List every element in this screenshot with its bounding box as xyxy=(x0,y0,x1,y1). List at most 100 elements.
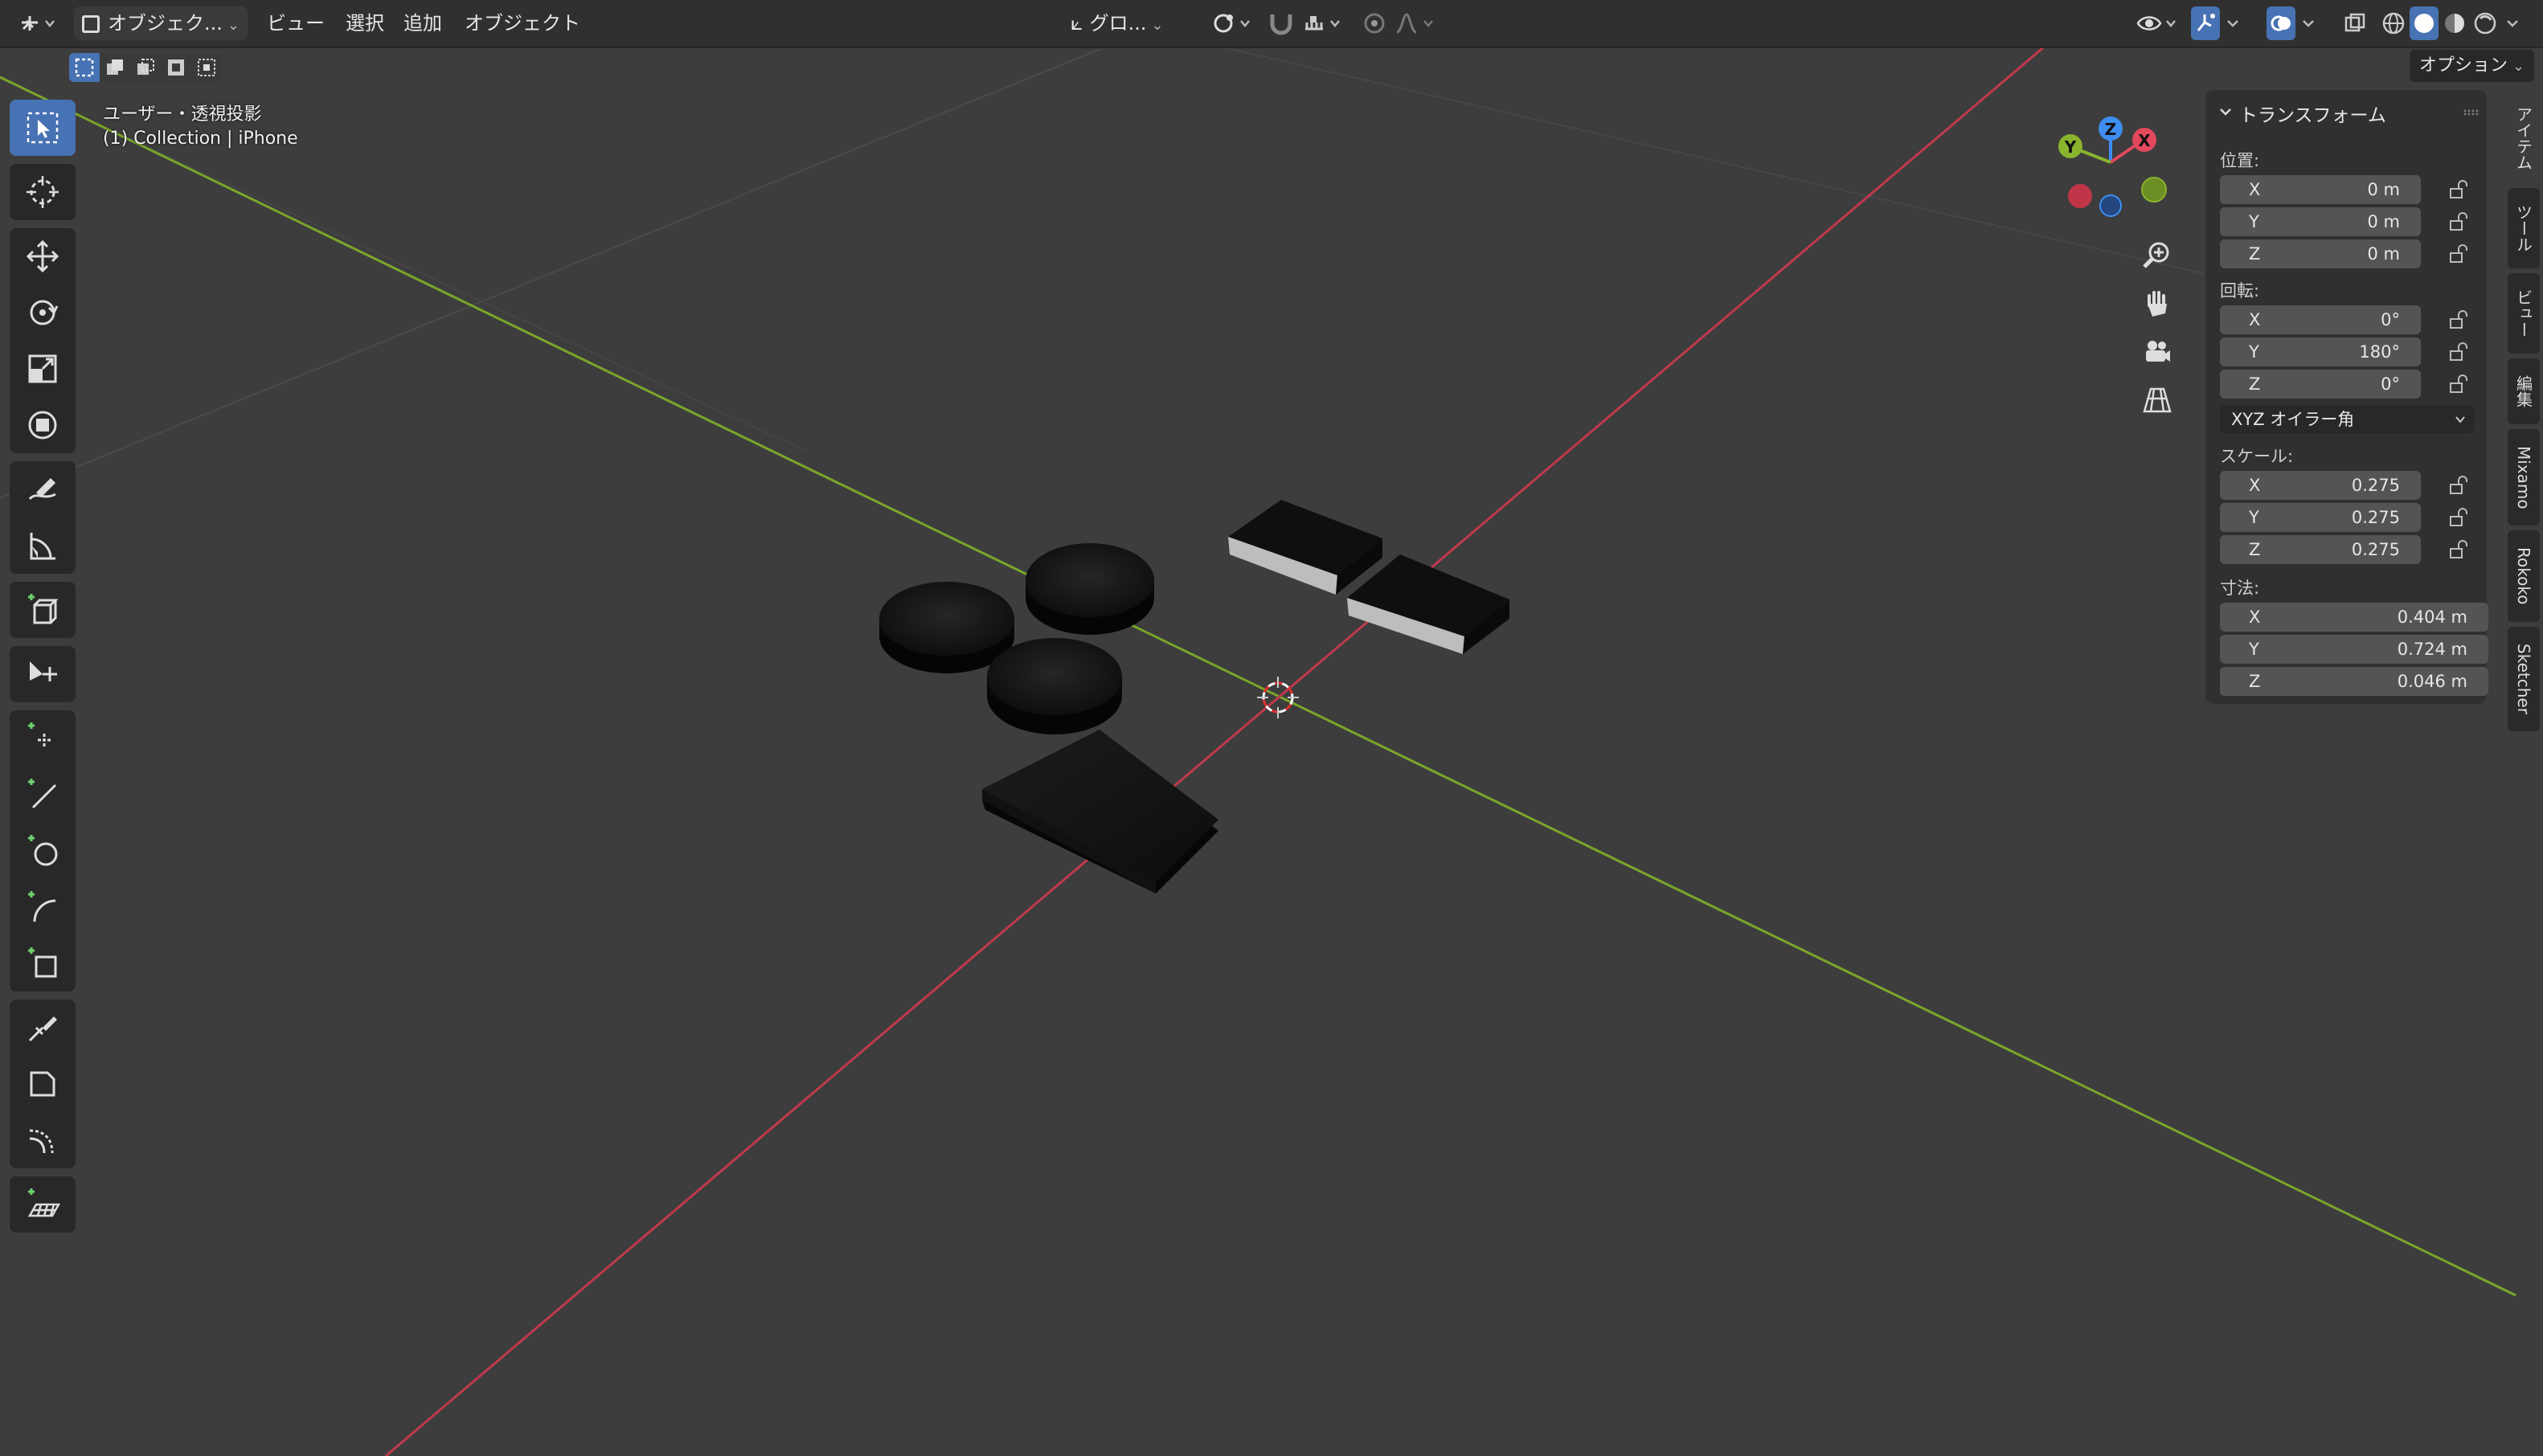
gizmo-toggle[interactable] xyxy=(2191,6,2220,40)
shading-wireframe[interactable] xyxy=(2379,6,2408,40)
zoom-icon xyxy=(2143,242,2169,268)
cut-corner-tool[interactable] xyxy=(10,1056,76,1112)
overlays-toggle[interactable] xyxy=(2267,6,2295,40)
zoom-view-button[interactable] xyxy=(2135,233,2180,278)
snap-increment-icon xyxy=(1305,16,1340,31)
bar-object[interactable] xyxy=(1347,554,1509,654)
mode-dropdown[interactable]: オブジェク... ⌄ xyxy=(74,6,248,40)
menu-add[interactable]: 追加 xyxy=(403,6,442,40)
menu-view[interactable]: ビュー xyxy=(267,6,325,40)
lock-icon[interactable] xyxy=(2447,538,2469,561)
visibility-dropdown[interactable] xyxy=(2135,6,2183,40)
pan-view-button[interactable] xyxy=(2135,281,2180,326)
cylinder-object[interactable] xyxy=(987,638,1122,734)
lock-icon[interactable] xyxy=(2447,178,2469,201)
lock-icon[interactable] xyxy=(2447,341,2469,363)
extrude-tool[interactable] xyxy=(10,646,76,702)
tab-mixamo[interactable]: Mixamo xyxy=(2508,429,2540,526)
scale-x-field[interactable]: X 0.275 xyxy=(2220,471,2421,500)
rotation-x-field[interactable]: X 0° xyxy=(2220,305,2421,334)
add-grid-tool[interactable] xyxy=(10,1176,76,1233)
location-y-field[interactable]: Y 0 m xyxy=(2220,207,2421,236)
perspective-toggle-button[interactable] xyxy=(2135,378,2180,423)
editor-type-button[interactable] xyxy=(13,6,63,40)
proportional-edit-toggle[interactable] xyxy=(1358,6,1390,40)
menu-select[interactable]: 選択 xyxy=(346,6,384,40)
annotate-tool[interactable] xyxy=(10,461,76,517)
xray-toggle[interactable] xyxy=(2340,6,2369,40)
add-arc-tool[interactable] xyxy=(10,879,76,935)
add-cube-tool[interactable] xyxy=(10,582,76,638)
tab-rokoko[interactable]: Rokoko xyxy=(2508,530,2540,622)
scale-y-field[interactable]: Y 0.275 xyxy=(2220,503,2421,532)
gizmo-dropdown[interactable] xyxy=(2222,6,2244,40)
tool-group xyxy=(10,1000,76,1168)
magnet-icon xyxy=(1270,14,1292,35)
3d-viewport[interactable]: Z X Y xyxy=(0,0,2543,1456)
field-value: 0° xyxy=(2381,374,2400,394)
rotate-tool[interactable] xyxy=(10,284,76,341)
move-tool[interactable] xyxy=(10,228,76,284)
rotation-mode-dropdown[interactable]: XYZ オイラー角 xyxy=(2220,405,2474,434)
lock-icon[interactable] xyxy=(2447,506,2469,529)
shading-solid[interactable] xyxy=(2410,6,2439,40)
tab-tool[interactable]: ツール xyxy=(2508,188,2540,268)
lock-icon[interactable] xyxy=(2447,243,2469,265)
transform-tool[interactable] xyxy=(10,397,76,453)
chevron-down-icon[interactable] xyxy=(2217,103,2234,121)
select-intersect-button[interactable] xyxy=(191,53,222,82)
snap-toggle[interactable] xyxy=(1265,6,1297,40)
curve-tool[interactable] xyxy=(10,1112,76,1168)
rotation-y-field[interactable]: Y 180° xyxy=(2220,337,2421,366)
select-invert-button[interactable] xyxy=(161,53,191,82)
tab-edit[interactable]: 編集 xyxy=(2508,358,2540,424)
select-new-button[interactable] xyxy=(69,53,100,82)
add-point-tool[interactable] xyxy=(10,710,76,767)
overlays-dropdown[interactable] xyxy=(2297,6,2320,40)
measure-tool[interactable] xyxy=(10,517,76,574)
cursor-tool[interactable] xyxy=(10,164,76,220)
knife-tool[interactable] xyxy=(10,1000,76,1056)
select-extend-icon xyxy=(107,59,123,75)
camera-view-button[interactable] xyxy=(2135,329,2180,374)
scale-tool[interactable] xyxy=(10,341,76,397)
tab-sketcher[interactable]: Sketcher xyxy=(2508,627,2540,731)
bar-object[interactable] xyxy=(1228,500,1382,595)
shading-dropdown[interactable] xyxy=(2501,6,2524,40)
select-box-tool[interactable] xyxy=(10,100,76,156)
lock-icon[interactable] xyxy=(2447,211,2469,233)
select-subtract-button[interactable] xyxy=(130,53,161,82)
shading-material[interactable] xyxy=(2440,6,2469,40)
cylinder-object[interactable] xyxy=(1026,543,1154,635)
pivot-point-dropdown[interactable] xyxy=(1209,6,1257,40)
tab-view[interactable]: ビュー xyxy=(2508,273,2540,354)
location-x-field[interactable]: X 0 m xyxy=(2220,175,2421,204)
options-dropdown[interactable]: オプション ⌄ xyxy=(2410,50,2535,82)
extrude-icon xyxy=(30,661,57,681)
add-circle-tool[interactable] xyxy=(10,823,76,879)
snap-target-dropdown[interactable] xyxy=(1299,6,1347,40)
select-extend-button[interactable] xyxy=(100,53,130,82)
dimensions-x-field[interactable]: X 0.404 m xyxy=(2220,603,2488,632)
rotation-z-field[interactable]: Z 0° xyxy=(2220,370,2421,399)
add-line-tool[interactable] xyxy=(10,767,76,823)
axis-label: Z xyxy=(2249,244,2261,264)
slab-object[interactable] xyxy=(982,730,1218,894)
scale-z-field[interactable]: Z 0.275 xyxy=(2220,535,2421,564)
lock-icon[interactable] xyxy=(2447,373,2469,395)
tab-item[interactable]: アイテム xyxy=(2508,93,2540,183)
lock-icon[interactable] xyxy=(2447,309,2469,331)
transform-panel-title[interactable]: トランスフォーム xyxy=(2239,100,2386,127)
field-value: 0.275 xyxy=(2351,476,2400,495)
dimensions-y-field[interactable]: Y 0.724 m xyxy=(2220,635,2488,664)
menu-object[interactable]: オブジェクト xyxy=(465,6,580,40)
location-z-field[interactable]: Z 0 m xyxy=(2220,239,2421,268)
navigation-gizmo[interactable]: Z X Y xyxy=(2058,117,2167,217)
lock-icon[interactable] xyxy=(2447,474,2469,497)
drag-handle-icon[interactable] xyxy=(2463,104,2479,116)
falloff-dropdown[interactable] xyxy=(1392,6,1440,40)
shading-rendered[interactable] xyxy=(2471,6,2500,40)
transform-orientation-dropdown[interactable]: ⟀ グロ... ⌄ xyxy=(1071,6,1164,40)
dimensions-z-field[interactable]: Z 0.046 m xyxy=(2220,667,2488,696)
add-rectangle-tool[interactable] xyxy=(10,935,76,992)
